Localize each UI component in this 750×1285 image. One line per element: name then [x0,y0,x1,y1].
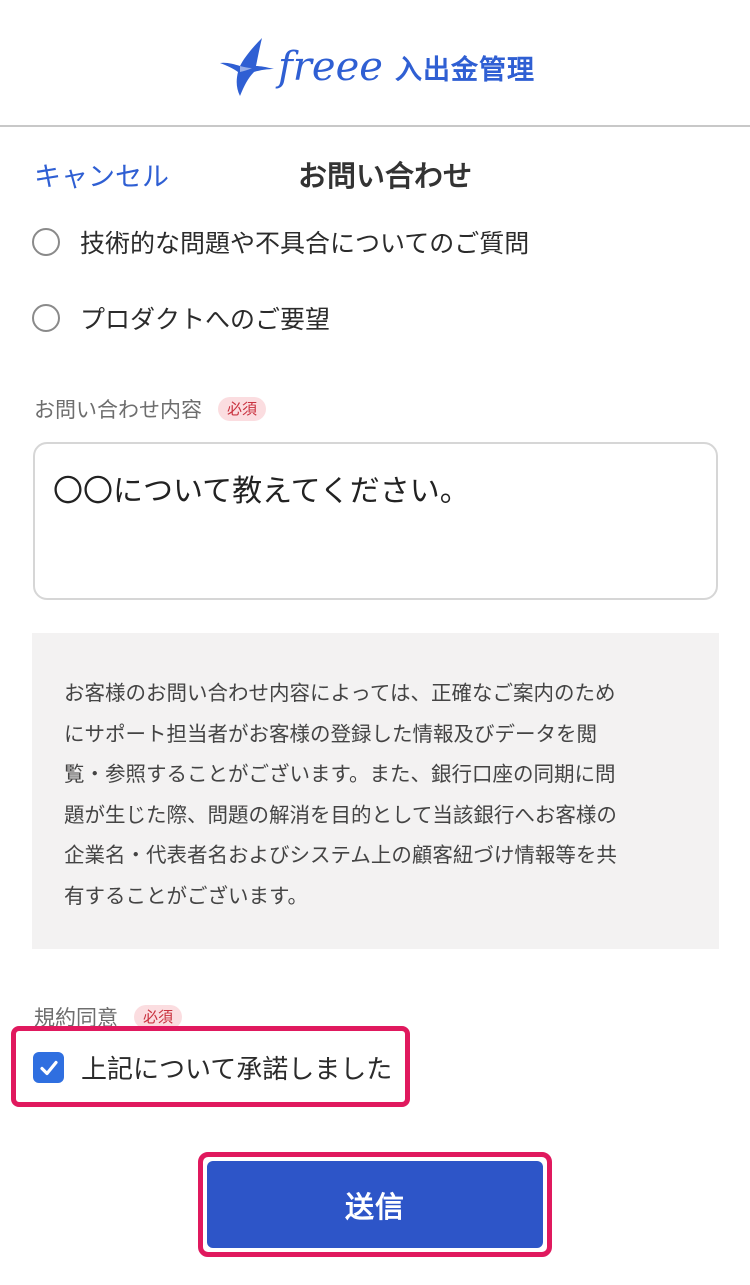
privacy-notice: お客様のお問い合わせ内容によっては、正確なご案内のため にサポート担当者がお客様… [32,633,719,949]
agreement-checkbox[interactable] [33,1052,64,1083]
radio-button[interactable] [32,228,60,256]
radio-option-technical[interactable]: 技術的な問題や不具合についてのご質問 [32,224,529,260]
notice-line: にサポート担当者がお客様の登録した情報及びデータを閲 [64,721,597,746]
content-label-text: お問い合わせ内容 [34,398,202,422]
freee-logo: freee 入出金管理 [218,36,535,98]
radio-option-request[interactable]: プロダクトへのご要望 [32,300,330,336]
page-title: お問い合わせ [297,159,472,193]
app-header: freee 入出金管理 [0,0,750,127]
product-name: 入出金管理 [394,54,535,86]
agreement-checkbox-label: 上記について承諾しました [81,1055,393,1085]
notice-line: お客様のお問い合わせ内容によっては、正確なご案内のため [64,681,616,705]
swallow-bird-icon [220,38,274,96]
radio-button[interactable] [32,304,60,332]
required-badge: 必須 [218,397,267,421]
checkmark-icon [39,1060,58,1075]
agreement-checkbox-row[interactable]: 上記について承諾しました [33,1049,392,1086]
brand-wordmark: freee [278,44,383,90]
notice-line: 有することがございます。 [64,883,308,908]
radio-label: 技術的な問題や不具合についてのご質問 [80,229,530,258]
notice-line: 企業名・代表者名およびシステム上の顧客紐づけ情報等を共 [64,843,617,867]
notice-line: 覧・参照することがございます。また、銀行口座の同期に問 [64,762,616,786]
content-field-label: お問い合わせ内容 必須 [34,394,267,424]
radio-label: プロダクトへのご要望 [80,305,331,334]
notice-line: 題が生じた際、問題の解消を目的として当該銀行へお客様の [64,802,617,827]
submit-button[interactable]: 送信 [207,1161,543,1248]
inquiry-content-textarea[interactable]: 〇〇について教えてください。 [33,442,718,600]
